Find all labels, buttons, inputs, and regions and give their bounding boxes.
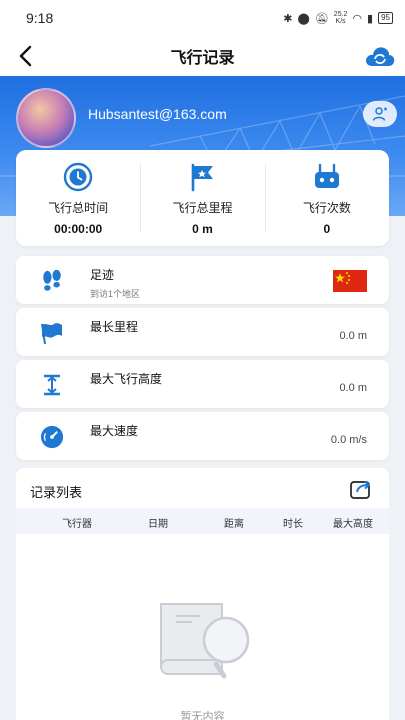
records-panel: 记录列表 飞行器 日期 距离 时长 最大高度 暂无内容 <box>16 468 389 720</box>
chevron-left-icon <box>19 45 32 67</box>
max-altitude-value: 0.0 m <box>339 382 367 394</box>
user-email: Hubsantest@163.com <box>88 106 227 122</box>
page-title: 飞行记录 <box>170 50 235 67</box>
stat-total-distance: 飞行总里程 0 m <box>140 150 264 246</box>
max-distance-value: 0.0 m <box>339 330 367 342</box>
max-distance-row[interactable]: 最长里程 0.0 m <box>16 308 389 356</box>
column-header: 最大高度 <box>333 519 373 530</box>
export-button[interactable] <box>349 478 373 500</box>
back-button[interactable] <box>12 42 40 70</box>
altitude-icon <box>40 373 64 397</box>
footprints-icon <box>40 269 64 293</box>
max-distance-title: 最长里程 <box>90 320 139 334</box>
speedometer-icon <box>40 425 64 449</box>
network-speed-value: 25.2 <box>333 11 348 18</box>
wifi-icon: ◠ <box>352 12 363 25</box>
status-icons: ✱ ⬤ 🔕︎ 25.2 K/s ◠ ▮ 95 <box>283 11 393 25</box>
max-altitude-row[interactable]: 最大飞行高度 0.0 m <box>16 360 389 408</box>
bluetooth-icon: ✱ <box>283 12 293 25</box>
cloud-sync-button[interactable] <box>363 40 397 72</box>
stat-value: 0 <box>323 222 331 236</box>
stat-value: 00:00:00 <box>54 222 103 236</box>
records-title: 记录列表 <box>30 485 83 500</box>
max-speed-value: 0.0 m/s <box>330 434 367 446</box>
stat-label: 飞行总时间 <box>48 201 109 215</box>
flight-stats-card: 飞行总时间 00:00:00 飞行总里程 0 m 飞行次数 0 <box>16 150 389 246</box>
column-header: 距离 <box>224 519 244 530</box>
footprint-row[interactable]: 足迹 到访1个地区 <box>16 256 389 304</box>
status-time: 9:18 <box>26 10 54 26</box>
column-header: 日期 <box>148 519 168 530</box>
cloud-sync-icon <box>366 47 395 66</box>
empty-state-text: 暂无内容 <box>180 711 225 720</box>
flag-icon <box>187 162 217 192</box>
china-flag-icon <box>333 270 367 292</box>
max-altitude-title: 最大飞行高度 <box>90 372 163 386</box>
app-bar: 飞行记录 <box>0 36 405 76</box>
stat-label: 飞行总里程 <box>172 201 233 215</box>
network-speed-unit: K/s <box>335 18 346 25</box>
mute-icon: 🔕︎ <box>314 12 329 25</box>
footprint-title: 足迹 <box>90 268 115 282</box>
location-icon: ⬤ <box>297 12 310 25</box>
clock-icon <box>63 162 93 192</box>
max-speed-row[interactable]: 最大速度 0.0 m/s <box>16 412 389 460</box>
stat-label: 飞行次数 <box>302 201 351 215</box>
flag-icon <box>40 321 64 345</box>
footprint-subtitle: 到访1个地区 <box>90 289 141 299</box>
empty-box-illustration <box>160 603 250 679</box>
stat-value: 0 m <box>192 222 213 236</box>
status-bar: 9:18 ✱ ⬤ 🔕︎ 25.2 K/s ◠ ▮ 95 <box>0 0 405 36</box>
sim-icon: ▮ <box>367 12 374 25</box>
remote-controller-icon <box>312 162 342 192</box>
max-speed-title: 最大速度 <box>90 424 139 438</box>
stat-total-time: 飞行总时间 00:00:00 <box>16 150 140 246</box>
records-table-header: 飞行器 日期 距离 时长 最大高度 <box>16 508 389 534</box>
column-header: 时长 <box>283 519 303 530</box>
avatar[interactable] <box>16 88 76 148</box>
switch-account-button[interactable] <box>363 101 397 127</box>
network-speed: 25.2 K/s <box>334 11 348 25</box>
column-header: 飞行器 <box>62 519 92 530</box>
share-export-icon <box>350 480 370 499</box>
battery-indicator: 95 <box>378 12 393 24</box>
user-icon <box>372 107 387 121</box>
stat-flight-count: 飞行次数 0 <box>264 150 389 246</box>
